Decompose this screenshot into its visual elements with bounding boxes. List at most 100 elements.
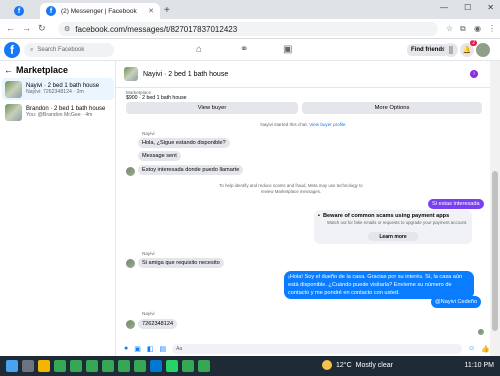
scrollbar-thumb[interactable]	[492, 171, 498, 331]
search-icon[interactable]	[22, 360, 34, 372]
incoming-message: Estoy interesada donde puedo llamarte	[138, 165, 244, 175]
chrome-icon[interactable]	[198, 360, 210, 372]
browser-tab-bar: f f (2) Messenger | Facebook ✕ + — ☐ ✕	[0, 0, 500, 19]
seen-avatar	[478, 329, 484, 335]
whatsapp-icon[interactable]	[166, 360, 178, 372]
taskbar: 12°C Mostly clear 11:10 PM	[0, 356, 500, 376]
chrome-icon[interactable]	[134, 360, 146, 372]
chrome-icon[interactable]	[118, 360, 130, 372]
mic-icon[interactable]: ●	[124, 345, 128, 352]
menu-icon[interactable]: ⋮	[488, 24, 496, 33]
menu-grid-button[interactable]: ⣿	[444, 43, 458, 57]
extensions-icon[interactable]: ⧉	[460, 24, 466, 34]
outgoing-message: Si estas interesada	[428, 199, 484, 209]
scam-warning-card: ▪ Beware of common scams using payment a…	[314, 210, 472, 244]
chat-panel: Nayivi · 2 bed 1 bath house i Marketplac…	[116, 61, 490, 356]
listing-thumbnail	[5, 103, 22, 121]
notification-badge: 2	[470, 40, 477, 46]
incoming-message: 7262348124	[138, 319, 178, 329]
warning-title: Beware of common scams using payment app…	[322, 213, 450, 219]
chat-header: Nayivi · 2 bed 1 bath house i	[116, 61, 490, 88]
site-info-icon[interactable]: ⚙	[64, 25, 70, 33]
weather-desc: Mostly clear	[355, 361, 393, 369]
conversation-subtitle: You: @Brandon McGee · 4m	[26, 112, 93, 118]
message-composer: ● ▣ ◧ ▤ Aa ☺ 👍	[116, 341, 490, 356]
minimize-icon[interactable]: —	[440, 3, 448, 12]
close-window-icon[interactable]: ✕	[487, 3, 494, 12]
view-buyer-profile-link[interactable]: View buyer profile	[309, 122, 345, 127]
bookmark-icon[interactable]: ☆	[446, 24, 453, 33]
chat-title[interactable]: Nayivi · 2 bed 1 bath house	[143, 71, 228, 78]
info-icon[interactable]: i	[470, 70, 478, 78]
search-placeholder: Search Facebook	[37, 47, 85, 53]
gif-icon[interactable]: ▤	[159, 345, 166, 353]
home-icon[interactable]: ⌂	[196, 44, 202, 55]
chrome-icon[interactable]	[182, 360, 194, 372]
temperature: 12°C	[336, 361, 352, 369]
chrome-icon[interactable]	[102, 360, 114, 372]
chrome-icon[interactable]	[70, 360, 82, 372]
search-input[interactable]: ⌕ Search Facebook	[24, 43, 114, 57]
back-arrow-icon[interactable]: ←	[4, 65, 13, 75]
sender-name: Nayivi	[142, 311, 155, 316]
sender-avatar	[126, 320, 135, 329]
listing-summary: Marketplace $900 · 2 bed 1 bath house	[126, 90, 187, 101]
more-options-button[interactable]: More Options	[302, 102, 482, 114]
facebook-favicon-icon: f	[14, 6, 24, 16]
sender-avatar	[126, 259, 135, 268]
warning-body: Watch out for fake emails or requests to…	[327, 220, 468, 225]
conversation-item[interactable]: Brandon · 2 bed 1 bath house You: @Brand…	[2, 101, 114, 123]
learn-more-button[interactable]: Learn more	[368, 232, 418, 241]
sender-name: Nayivi	[142, 251, 155, 256]
incoming-message: Si amiga que requisito necesito	[138, 258, 224, 268]
back-icon[interactable]: ←	[6, 23, 15, 33]
like-icon[interactable]: 👍	[481, 345, 490, 353]
tab-inactive[interactable]: f	[8, 3, 36, 19]
listing-thumbnail	[5, 80, 22, 98]
windows-start-icon[interactable]	[6, 360, 18, 372]
notifications-button[interactable]: 🔔 2	[460, 40, 477, 57]
conversation-subtitle: Nayivi: 7262348124 · 2m	[26, 89, 84, 95]
listing-price: $900 · 2 bed 1 bath house	[126, 95, 187, 101]
forward-icon[interactable]: →	[22, 23, 31, 33]
tab-title: (2) Messenger | Facebook	[61, 7, 137, 15]
marketplace-icon[interactable]: ▣	[283, 44, 292, 55]
close-tab-icon[interactable]: ✕	[148, 7, 154, 15]
listing-thumbnail	[124, 67, 138, 81]
chrome-icon[interactable]	[86, 360, 98, 372]
explorer-icon[interactable]	[38, 360, 50, 372]
view-buyer-button[interactable]: View buyer	[126, 102, 298, 114]
facebook-favicon-icon: f	[46, 6, 56, 16]
new-tab-button[interactable]: +	[164, 5, 170, 16]
message-input[interactable]: Aa	[172, 343, 463, 354]
conversation-item[interactable]: Nayivi · 2 bed 1 bath house Nayivi: 7262…	[2, 78, 114, 100]
sticker-icon[interactable]: ◧	[147, 345, 154, 353]
friends-icon[interactable]: ⚭	[240, 44, 248, 55]
scam-review-note: To help identify and reduce scams and fr…	[219, 183, 363, 194]
facebook-logo[interactable]: f	[4, 42, 20, 58]
facebook-header: f ⌕ Search Facebook ⌂ ⚭ ▣ Find friends ⣿…	[0, 39, 500, 61]
scrollbar[interactable]	[490, 61, 500, 356]
tab-messenger[interactable]: f (2) Messenger | Facebook ✕	[40, 3, 160, 19]
app-icon[interactable]	[150, 360, 162, 372]
find-friends-button[interactable]: Find friends	[407, 44, 450, 56]
maximize-icon[interactable]: ☐	[464, 3, 471, 12]
search-icon: ⌕	[30, 46, 34, 53]
profile-icon[interactable]: ◉	[474, 24, 481, 33]
sender-name: Nayivi	[142, 131, 155, 136]
clock[interactable]: 11:10 PM	[465, 362, 494, 369]
marketplace-sidebar: ← Marketplace Nayivi · 2 bed 1 bath hous…	[0, 61, 116, 356]
sidebar-title: Marketplace	[16, 65, 69, 75]
account-avatar[interactable]	[476, 43, 490, 57]
sidebar-header: ← Marketplace	[4, 65, 68, 75]
image-icon[interactable]: ▣	[134, 345, 141, 353]
weather-widget[interactable]: 12°C Mostly clear	[322, 360, 393, 370]
reload-icon[interactable]: ↻	[38, 23, 46, 34]
url-field[interactable]: ⚙ facebook.com/messages/t/82701783701242…	[58, 22, 438, 36]
chrome-icon[interactable]	[54, 360, 66, 372]
emoji-icon[interactable]: ☺	[468, 345, 475, 352]
grid-icon: ⣿	[448, 47, 454, 54]
window-controls: — ☐ ✕	[440, 3, 494, 12]
bell-icon: 🔔	[462, 47, 472, 54]
payment-warning-icon: ▪	[318, 213, 320, 219]
